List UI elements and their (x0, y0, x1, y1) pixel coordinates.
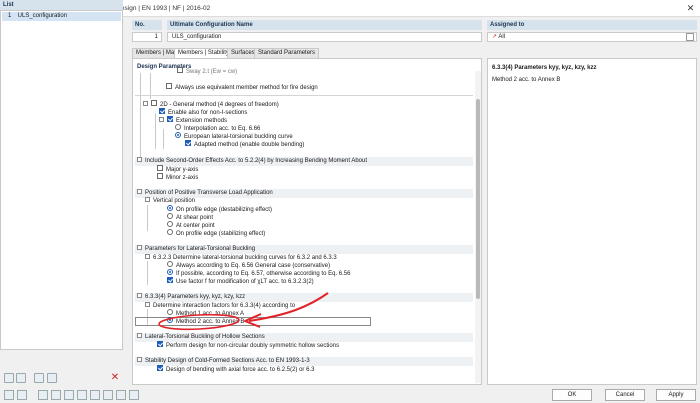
tool-10-icon[interactable] (129, 390, 139, 400)
arrow-icon: ↗ (492, 34, 498, 40)
info-panel: 6.3.3(4) Parameters kyy, kyz, kzy, kzz M… (487, 58, 697, 385)
uncheck-icon[interactable] (47, 373, 57, 383)
info-text: Method 2 acc. to Annex B (492, 77, 561, 83)
tool-5-icon[interactable] (64, 390, 74, 400)
cancel-button[interactable]: Cancel (605, 389, 645, 401)
no-label: No. (132, 20, 162, 30)
tab-members-stability[interactable]: Members | Stability (174, 48, 233, 58)
apply-button[interactable]: Apply (656, 389, 696, 401)
list-header: List (0, 0, 123, 10)
annotation-arrow (158, 292, 329, 331)
list-panel: List 1 ULS_configuration (0, 0, 123, 350)
name-field[interactable]: ULS_configuration (167, 32, 482, 42)
tab-standard-parameters[interactable]: Standard Parameters (254, 48, 320, 58)
tool-8-icon[interactable] (103, 390, 113, 400)
check-icon[interactable] (34, 373, 44, 383)
edit-icon[interactable] (686, 33, 694, 41)
copy-item-icon[interactable] (16, 373, 26, 383)
list-body: 1 ULS_configuration (0, 10, 123, 350)
tool-2-icon[interactable] (17, 390, 27, 400)
close-icon[interactable]: ✕ (684, 2, 697, 15)
list-item-number: 1 (8, 13, 12, 19)
tool-4-icon[interactable] (51, 390, 61, 400)
ok-button[interactable]: OK (552, 389, 592, 401)
tool-1-icon[interactable] (4, 390, 14, 400)
tool-9-icon[interactable] (116, 390, 126, 400)
name-label: Ultimate Configuration Name (167, 20, 482, 30)
no-field[interactable]: 1 (132, 32, 162, 42)
list-item[interactable]: 1 ULS_configuration (2, 12, 121, 21)
design-parameters-panel: Design Parameters Sway 2.t (Ew = cw) Alw… (132, 58, 482, 385)
list-item-label: ULS_configuration (17, 13, 68, 19)
info-title: 6.3.3(4) Parameters kyy, kyz, kzy, kzz (492, 65, 597, 71)
delete-icon[interactable]: ✕ (110, 373, 120, 383)
assigned-value: All (498, 34, 506, 40)
tool-7-icon[interactable] (90, 390, 100, 400)
assigned-label: Assigned to (487, 20, 697, 30)
tool-3-icon[interactable] (38, 390, 48, 400)
bottom-bar: OK Cancel Apply (0, 387, 700, 403)
new-item-icon[interactable] (4, 373, 14, 383)
assigned-field[interactable]: ↗ All (487, 32, 697, 42)
tool-6-icon[interactable] (77, 390, 87, 400)
